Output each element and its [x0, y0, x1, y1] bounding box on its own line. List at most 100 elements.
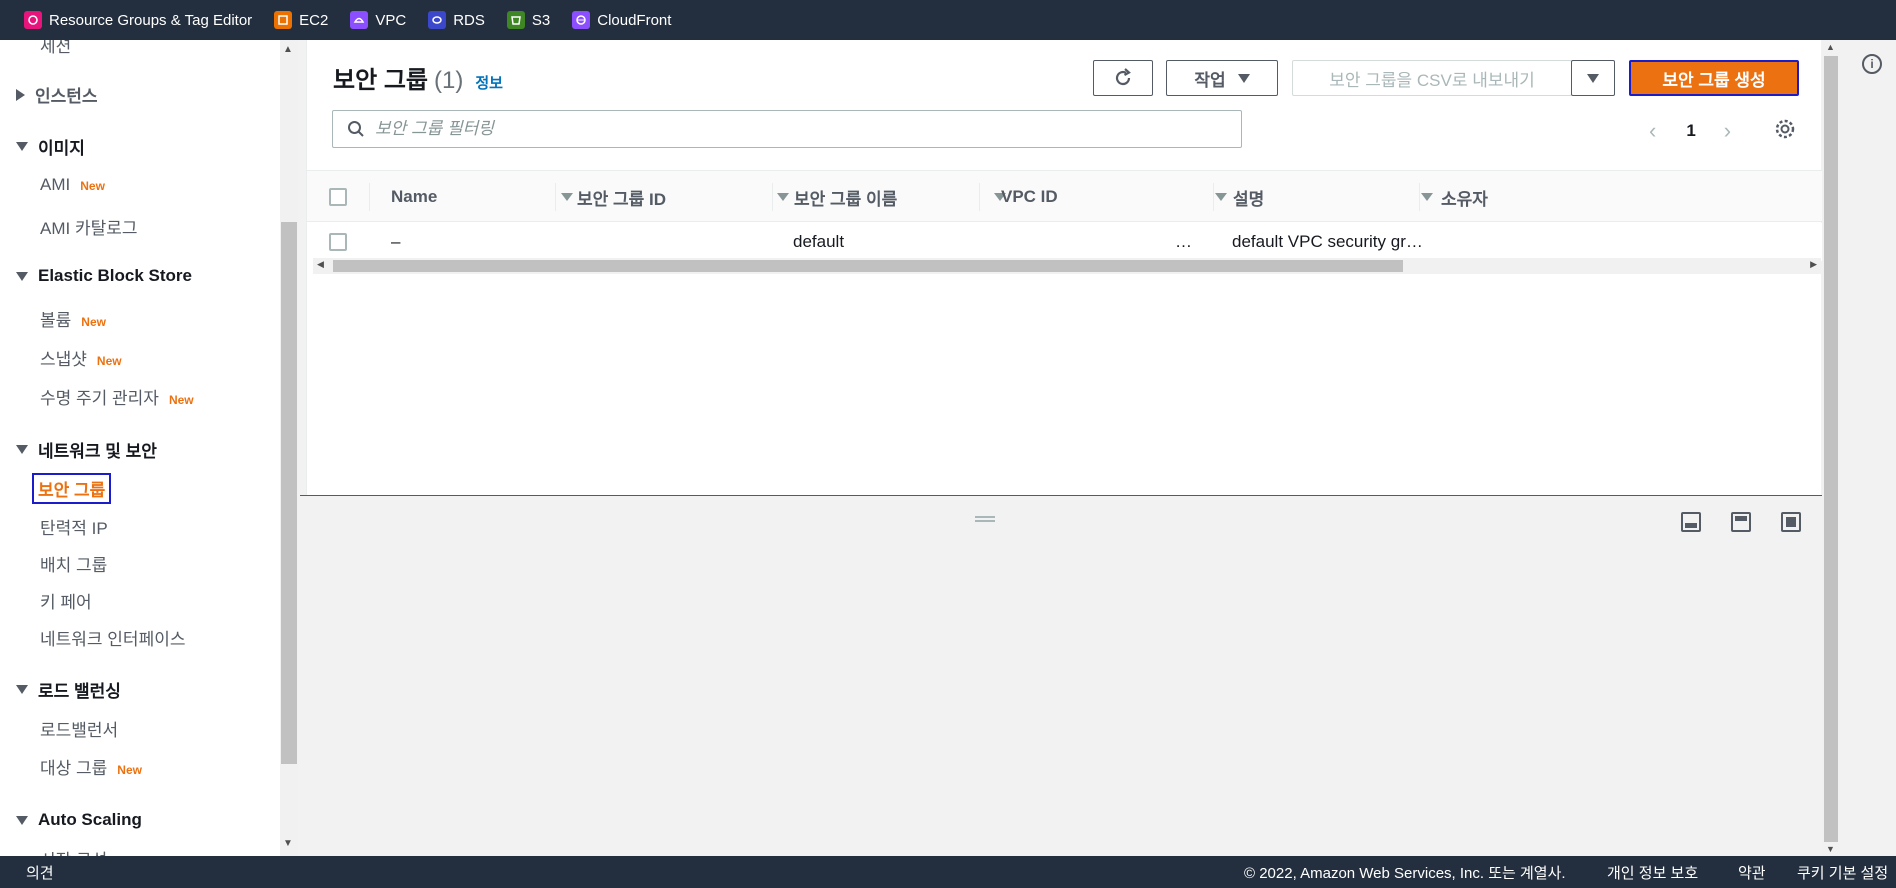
refresh-icon [1115, 68, 1131, 86]
sidebar-scrollbar-thumb[interactable] [281, 222, 297, 764]
privacy-link[interactable]: 개인 정보 보호 [1607, 862, 1698, 883]
cell-description: default VPC security gr… [1232, 232, 1423, 251]
page-title-text: 보안 그룹 [333, 67, 428, 94]
sidebar-section-load-balancing[interactable]: 로드 밸런싱 [16, 677, 121, 702]
column-label: 보안 그룹 이름 [794, 189, 898, 209]
column-header-description[interactable]: 설명 [1233, 171, 1433, 223]
sidebar-section-ebs[interactable]: Elastic Block Store [16, 266, 192, 286]
sidebar-item-key-pairs[interactable]: 키 페어 [40, 588, 92, 613]
caret-down-icon [1587, 73, 1599, 83]
sort-icon[interactable] [561, 193, 573, 201]
sidebar-section-network-security[interactable]: 네트워크 및 보안 [16, 437, 157, 462]
sidebar-item-label: 수명 주기 관리자 [40, 389, 159, 408]
cookie-preferences-link[interactable]: 쿠키 기본 설정 [1797, 862, 1888, 883]
column-header-vpc-id[interactable]: VPC ID [1001, 171, 1227, 223]
sidebar-item-target-groups[interactable]: 대상 그룹 New [40, 754, 142, 779]
split-bottom-icon[interactable] [1681, 512, 1701, 532]
sidebar-section-auto-scaling[interactable]: Auto Scaling [16, 810, 142, 830]
sort-icon[interactable] [777, 193, 789, 201]
info-link[interactable]: 정보 [475, 72, 503, 93]
sidebar-section-instances[interactable]: 인스턴스 [16, 82, 98, 107]
column-header-owner[interactable]: 소유자 [1441, 171, 1641, 223]
sort-icon[interactable] [1215, 193, 1227, 201]
scroll-down-icon[interactable]: ▼ [283, 838, 293, 849]
favorite-label: RDS [453, 11, 485, 29]
sidebar-section-label: 네트워크 및 보안 [38, 442, 157, 461]
scroll-left-icon[interactable]: ◀ [317, 259, 324, 270]
scroll-up-icon[interactable]: ▲ [283, 44, 293, 55]
sidebar-section-label: 인스턴스 [35, 87, 98, 106]
row-checkbox[interactable] [329, 233, 347, 251]
split-side-icon[interactable] [1731, 512, 1751, 532]
sidebar-item-label: 로드밸런서 [40, 721, 119, 740]
cell-vpc-id[interactable]: … [1175, 223, 1192, 261]
table-horizontal-scrollbar[interactable]: ◀ ▶ [313, 258, 1821, 274]
column-header-name[interactable]: Name [391, 171, 591, 223]
scroll-down-icon[interactable]: ▼ [1826, 844, 1835, 854]
info-panel-icon[interactable]: i [1862, 54, 1882, 74]
sidebar-item-elastic-ip[interactable]: 탄력적 IP [40, 514, 108, 539]
sidebar-item-network-interfaces[interactable]: 네트워크 인터페이스 [40, 625, 185, 650]
sidebar-item-ami[interactable]: AMI New [40, 175, 105, 195]
table-row[interactable]: – default … default VPC security gr… [307, 223, 1822, 261]
row-checkbox-cell [329, 223, 347, 261]
sidebar-item-label: 세션 [40, 40, 72, 56]
sidebar-item-load-balancers[interactable]: 로드밸런서 [40, 716, 118, 741]
sidebar-item-placement-groups[interactable]: 배치 그룹 [40, 551, 107, 576]
sidebar-item-label: 보안 그룹 [38, 481, 106, 500]
scroll-right-icon[interactable]: ▶ [1810, 259, 1817, 270]
horizontal-scrollbar-thumb[interactable] [333, 260, 1403, 272]
create-security-group-button[interactable]: 보안 그룹 생성 [1629, 60, 1799, 96]
main-vertical-scrollbar[interactable]: ▲ ▼ [1822, 40, 1840, 856]
sidebar-item-launch-configurations[interactable]: 시작 구성 [40, 846, 107, 856]
sidebar-item-sessions[interactable]: 세션 [40, 40, 71, 57]
sidebar-item-security-groups[interactable]: 보안 그룹 [31, 473, 112, 504]
cell-security-group-name: default [793, 232, 845, 251]
column-header-security-group-id[interactable]: 보안 그룹 ID [577, 171, 789, 223]
sidebar-item-label: AMI 카탈로그 [40, 219, 138, 238]
sidebar-item-volumes[interactable]: 볼륨 New [40, 306, 106, 331]
actions-button[interactable]: 작업 [1166, 60, 1278, 96]
favorite-vpc[interactable]: VPC [350, 11, 406, 29]
caret-down-icon [16, 142, 28, 151]
favorite-resource-groups[interactable]: Resource Groups & Tag Editor [24, 11, 252, 29]
search-input[interactable] [375, 119, 1215, 139]
sidebar-item-label: 네트워크 인터페이스 [40, 630, 186, 649]
split-full-icon[interactable] [1781, 512, 1801, 532]
sidebar-item-label: 시작 구성 [40, 846, 107, 856]
select-all-checkbox[interactable] [329, 188, 347, 206]
export-dropdown-button[interactable] [1571, 60, 1615, 96]
settings-gear-icon[interactable] [1774, 118, 1796, 145]
footer: 의견 © 2022, Amazon Web Services, Inc. 또는 … [0, 856, 1896, 888]
new-badge: New [81, 315, 106, 329]
favorite-s3[interactable]: S3 [506, 11, 550, 29]
sidebar-item-ami-catalog[interactable]: AMI 카탈로그 [40, 214, 138, 239]
terms-link[interactable]: 약관 [1738, 862, 1766, 883]
favorite-cloudfront[interactable]: CloudFront [572, 11, 671, 29]
page-number[interactable]: 1 [1686, 121, 1695, 141]
ec2-icon [274, 11, 293, 29]
pagination: ‹ 1 › [1649, 118, 1731, 144]
filter-search-field[interactable] [332, 110, 1242, 148]
sort-icon[interactable] [1421, 193, 1433, 201]
sidebar-section-images[interactable]: 이미지 [16, 134, 85, 159]
top-navigation-bar: Resource Groups & Tag Editor EC2 VPC RDS… [0, 0, 1896, 40]
chevron-right-icon[interactable]: › [1724, 118, 1731, 144]
item-count: (1) [434, 67, 464, 94]
feedback-link[interactable]: 의견 [26, 862, 54, 883]
sidebar-item-snapshots[interactable]: 스냅샷 New [40, 345, 122, 370]
split-panel-divider[interactable] [300, 495, 1830, 496]
vertical-scrollbar-thumb[interactable] [1824, 56, 1838, 842]
caret-down-icon [16, 271, 28, 281]
column-header-security-group-name[interactable]: 보안 그룹 이름 [794, 171, 1006, 223]
scroll-up-icon[interactable]: ▲ [1826, 42, 1835, 52]
favorite-ec2[interactable]: EC2 [274, 11, 328, 29]
rds-icon [428, 11, 447, 29]
export-csv-button[interactable]: 보안 그룹을 CSV로 내보내기 [1292, 60, 1572, 96]
favorite-rds[interactable]: RDS [428, 11, 485, 29]
chevron-left-icon[interactable]: ‹ [1649, 118, 1656, 144]
sidebar-item-lifecycle-manager[interactable]: 수명 주기 관리자 New [40, 384, 194, 409]
drag-handle-icon[interactable] [975, 516, 995, 522]
caret-down-icon [16, 445, 28, 454]
refresh-button[interactable] [1093, 60, 1153, 96]
